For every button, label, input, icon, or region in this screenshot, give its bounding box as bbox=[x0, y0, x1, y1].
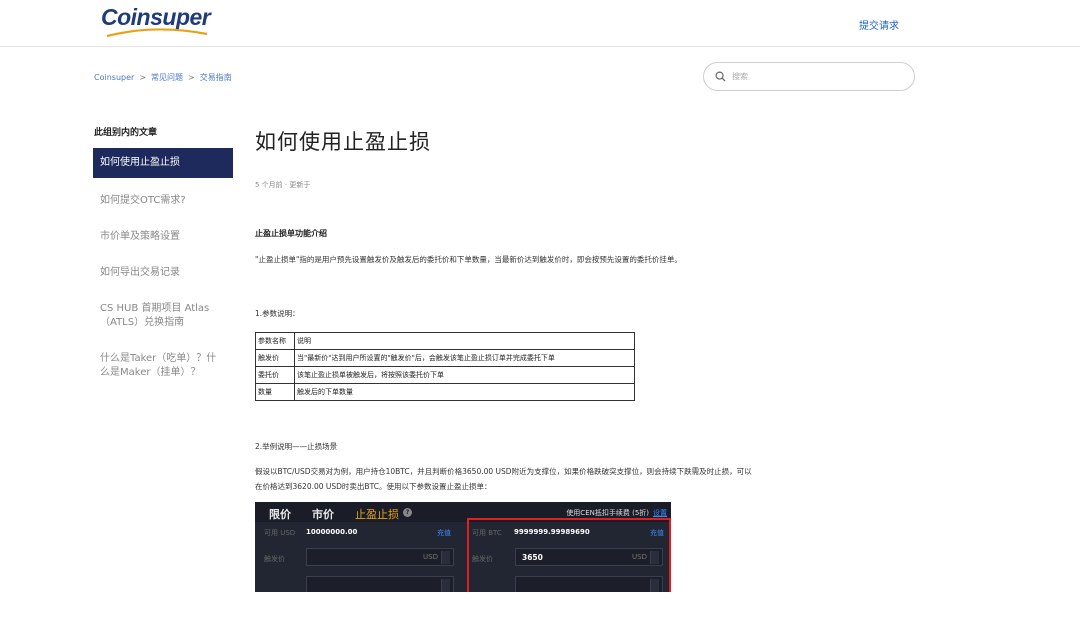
sidebar-title: 此组别内的文章 bbox=[94, 128, 158, 138]
top-header: Coinsuper 提交请求 bbox=[0, 0, 1080, 47]
breadcrumb: Coinsuper > 常见问题 > 交易指南 bbox=[94, 72, 232, 83]
avail-usd-label: 可用 USD bbox=[264, 529, 296, 537]
article-meta: 5 个月前 · 更新于 bbox=[255, 181, 311, 189]
tab-limit: 限价 bbox=[269, 508, 291, 521]
search-icon bbox=[715, 71, 726, 82]
sidebar-item-market-order[interactable]: 市价单及策略设置 bbox=[93, 225, 233, 249]
avail-usd-value: 10000000.00 bbox=[306, 528, 358, 536]
table-cell: 说明 bbox=[294, 332, 635, 350]
coinsuper-logo[interactable]: Coinsuper bbox=[101, 4, 211, 38]
breadcrumb-trading-guide[interactable]: 交易指南 bbox=[200, 72, 232, 83]
unit-label: USD bbox=[423, 553, 438, 561]
cen-fee-discount: 使用CEN抵扣手续费 (5折) bbox=[566, 509, 649, 517]
intro-paragraph: "止盈止损单"指的是用户预先设置触发价及触发后的委托价和下单数量，当最新价达到触… bbox=[255, 255, 682, 264]
table-row: 数量 触发后的下单数量 bbox=[255, 383, 635, 401]
stepper-icon bbox=[441, 579, 450, 592]
charge-usd-link: 充值 bbox=[437, 529, 451, 537]
table-cell: 委托价 bbox=[255, 366, 295, 384]
search-box[interactable] bbox=[703, 62, 915, 91]
breadcrumb-faq[interactable]: 常见问题 bbox=[151, 72, 183, 83]
submit-request-link[interactable]: 提交请求 bbox=[859, 17, 899, 32]
price-input-buy bbox=[306, 576, 454, 592]
breadcrumb-home[interactable]: Coinsuper bbox=[94, 73, 134, 82]
table-cell: 该笔止盈止损单被触发后，将按照该委托价下单 bbox=[294, 366, 635, 384]
sidebar-item-taker-maker[interactable]: 什么是Taker（吃单）？什么是Maker（挂单）？ bbox=[93, 347, 233, 385]
help-icon: ? bbox=[403, 508, 412, 517]
breadcrumb-separator: > bbox=[188, 73, 195, 82]
params-heading: 1.参数说明： bbox=[255, 309, 300, 318]
sidebar-item-stop-loss[interactable]: 如何使用止盈止损 bbox=[93, 148, 233, 178]
fee-settings-link: 设置 bbox=[653, 509, 667, 517]
table-cell: 触发后的下单数量 bbox=[294, 383, 635, 401]
tab-stop-loss: 止盈止损 bbox=[355, 508, 399, 521]
table-cell: 触发价 bbox=[255, 349, 295, 367]
section-heading-intro: 止盈止损单功能介绍 bbox=[255, 229, 327, 238]
sidebar-item-export-records[interactable]: 如何导出交易记录 bbox=[93, 261, 233, 285]
table-cell: 数量 bbox=[255, 383, 295, 401]
sidebar-article-list: 如何使用止盈止损 如何提交OTC需求? 市价单及策略设置 如何导出交易记录 CS… bbox=[93, 148, 233, 397]
table-row: 触发价 当"最新价"达到用户所设置的"触发价"后，会触发该笔止盈止损订单并完成委… bbox=[255, 349, 635, 367]
logo-swoosh-icon bbox=[106, 28, 208, 38]
table-cell: 参数名称 bbox=[255, 332, 295, 350]
table-cell: 当"最新价"达到用户所设置的"触发价"后，会触发该笔止盈止损订单并完成委托下单 bbox=[294, 349, 635, 367]
trigger-price-input-buy: USD bbox=[306, 548, 454, 566]
params-table: 参数名称 说明 触发价 当"最新价"达到用户所设置的"触发价"后，会触发该笔止盈… bbox=[255, 332, 635, 401]
article: 如何使用止盈止损 5 个月前 · 更新于 止盈止损单功能介绍 "止盈止损单"指的… bbox=[255, 126, 755, 592]
table-row: 委托价 该笔止盈止损单被触发后，将按照该委托价下单 bbox=[255, 366, 635, 384]
example-heading: 2.举例说明——止损场景 bbox=[255, 442, 338, 451]
article-title: 如何使用止盈止损 bbox=[255, 130, 431, 154]
breadcrumb-separator: > bbox=[139, 73, 147, 82]
example-paragraph: 假设以BTC/USD交易对为例，用户持仓10BTC，并且判断价格3650.00 … bbox=[255, 467, 752, 491]
trigger-price-label: 触发价 bbox=[264, 555, 285, 563]
table-row: 参数名称 说明 bbox=[255, 332, 635, 350]
stepper-icon bbox=[441, 551, 450, 564]
tab-market: 市价 bbox=[312, 508, 334, 521]
trade-panel-screenshot: 限价 市价 止盈止损 ? 使用CEN抵扣手续费 (5折) 设置 可用 USD 1… bbox=[255, 502, 671, 592]
sidebar-item-cs-hub-atlas[interactable]: CS HUB 首期项目 Atlas（ATLS）兑换指南 bbox=[93, 297, 233, 335]
red-highlight-box bbox=[467, 518, 671, 592]
search-input[interactable] bbox=[732, 72, 902, 81]
sidebar-item-otc[interactable]: 如何提交OTC需求? bbox=[93, 189, 233, 213]
